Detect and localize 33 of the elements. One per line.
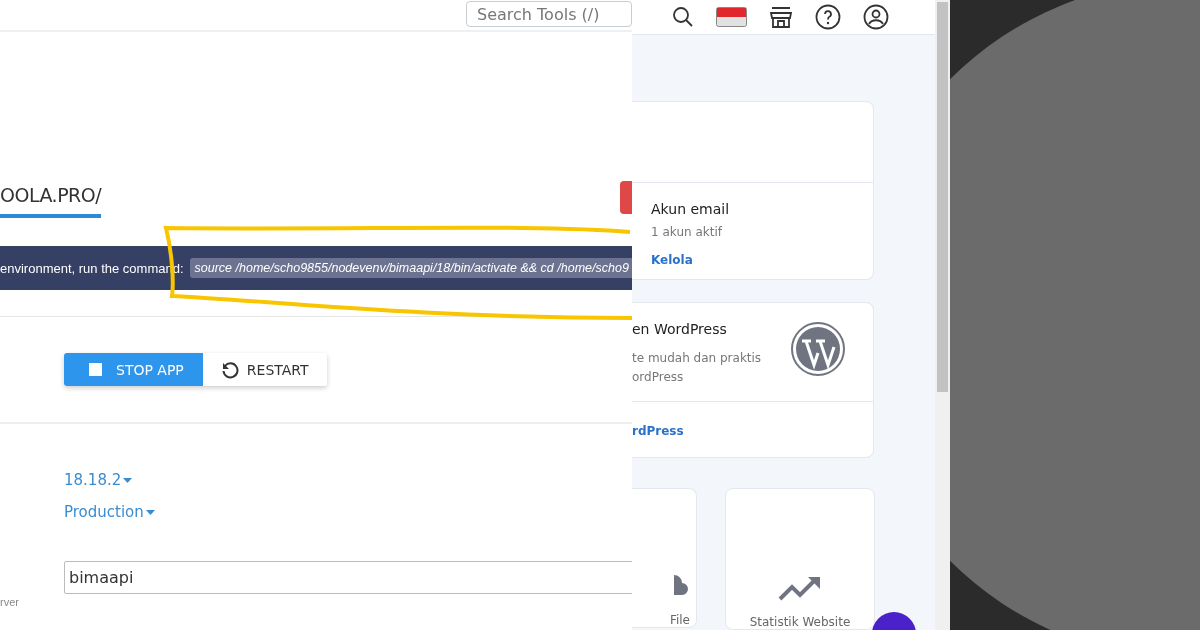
restart-icon — [220, 360, 239, 379]
scroll-thumb[interactable] — [937, 2, 948, 392]
card-title: Akun email — [651, 200, 731, 217]
flag-icon[interactable] — [716, 6, 747, 27]
caret-icon — [145, 509, 155, 515]
wordpress-logo-icon — [790, 320, 846, 377]
version-dropdown[interactable]: 18.18.2 — [64, 471, 133, 489]
card-description: ordPress — [632, 368, 685, 386]
search-field[interactable]: Search Tools (/) — [466, 1, 632, 27]
shortcut-tile[interactable]: Statistik Website — [725, 488, 875, 630]
user-icon[interactable] — [863, 3, 889, 30]
square-icon — [89, 363, 102, 376]
card-description: te mudah dan praktis — [632, 349, 762, 367]
field-label: rver — [0, 596, 20, 608]
caret-icon — [123, 477, 133, 483]
help-icon[interactable] — [815, 3, 841, 30]
tile-label: Statistik Website — [749, 615, 851, 629]
app-name-field[interactable]: bimaapi — [64, 561, 632, 594]
card-title: en WordPress — [632, 320, 728, 337]
stop-app-button[interactable]: STOP APP — [64, 353, 203, 386]
search-icon[interactable] — [672, 5, 694, 28]
tab[interactable]: OOLA.PRO/ — [0, 184, 102, 218]
manage-link[interactable]: Kelola — [651, 252, 873, 267]
restart-button[interactable]: RESTART — [202, 353, 327, 386]
command-text: source /home/scho9855/nodevenv/bimaapi/18/bin/activate && cd /home/scho9 — [189, 258, 632, 278]
mode-dropdown[interactable]: Production — [64, 503, 155, 521]
wordpress-link[interactable]: rdPress — [632, 424, 684, 438]
trend-icon — [778, 575, 822, 601]
store-icon[interactable] — [769, 5, 793, 28]
shortcut-tile[interactable]: File — [632, 488, 697, 628]
card-subtitle: 1 akun aktif — [651, 224, 724, 239]
tile-label: File — [669, 613, 690, 627]
scrollbar[interactable] — [935, 0, 950, 630]
